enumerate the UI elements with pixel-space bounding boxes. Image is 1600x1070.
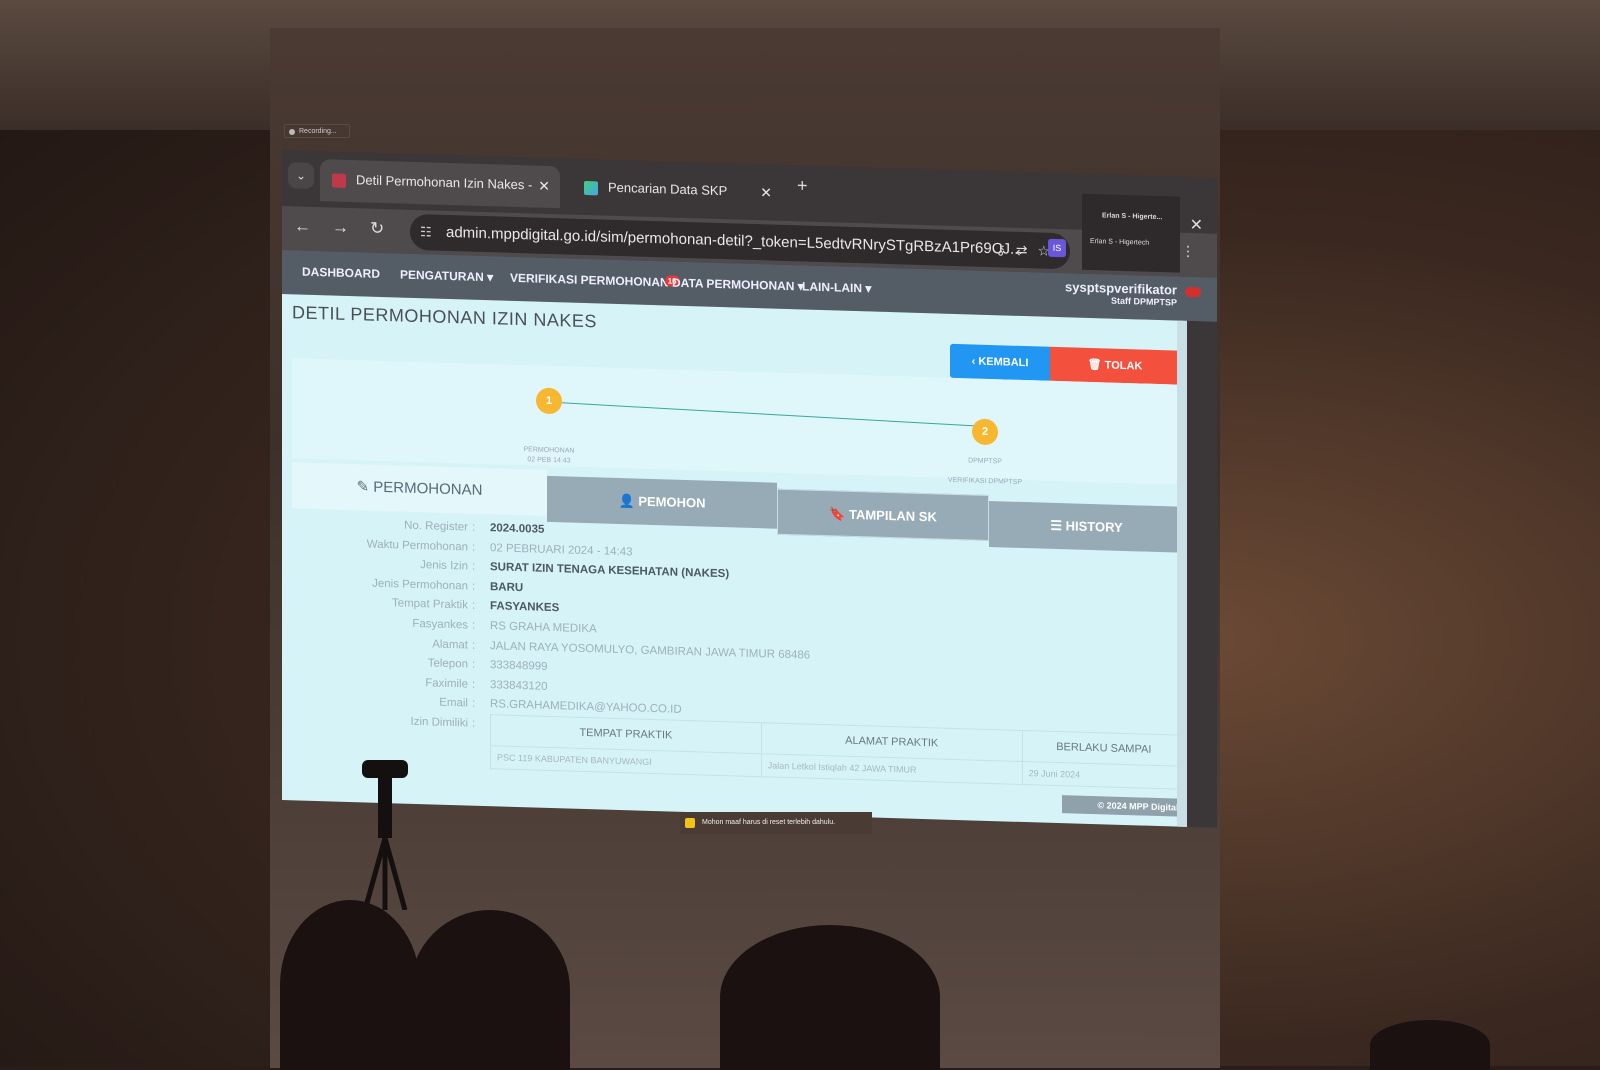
chat-notification[interactable]: Mohon maaf harus di reset terlebih dahul… bbox=[680, 812, 872, 834]
translate-icon[interactable]: ⇄ bbox=[1016, 242, 1038, 259]
new-tab-button[interactable]: + bbox=[797, 175, 808, 196]
site-settings-icon[interactable]: ☷ bbox=[420, 214, 432, 250]
webcam-tripod bbox=[362, 760, 408, 910]
audience-head bbox=[280, 900, 420, 1070]
close-tab-icon[interactable]: ✕ bbox=[760, 172, 772, 212]
url-text: admin.mppdigital.go.id/sim/permohonan-de… bbox=[446, 223, 1023, 258]
tab-title: Pencarian Data SKP bbox=[608, 179, 728, 199]
tab-title: Detil Permohonan Izin Nakes - bbox=[356, 172, 533, 193]
profile-subtitle: Erlan S - Higertech bbox=[1090, 237, 1150, 247]
user-icon: 👤 bbox=[618, 492, 639, 509]
profile-title: Erlan S - Higerte... bbox=[1102, 212, 1163, 222]
back-arrow-icon[interactable]: ← bbox=[294, 216, 311, 237]
close-tab-icon[interactable]: ✕ bbox=[538, 166, 550, 206]
step-1-label: PERMOHONAN 02 PEB 14:43 bbox=[523, 446, 575, 465]
page-title: DETIL PERMOHONAN IZIN NAKES bbox=[292, 302, 597, 332]
edit-icon: ✎ bbox=[356, 478, 374, 496]
tab-pencarian-skp[interactable]: Pencarian Data SKP ✕ bbox=[572, 167, 782, 215]
nav-data-permohonan[interactable]: DATA PERMOHONAN ▾ bbox=[672, 276, 804, 294]
bookmark-icon: 🔖 bbox=[829, 506, 849, 522]
page-content: DETIL PERMOHONAN IZIN NAKES ‹ KEMBALI 🗑 … bbox=[282, 294, 1187, 827]
skp-logo-icon bbox=[584, 180, 598, 195]
audience-head bbox=[410, 910, 570, 1070]
record-icon bbox=[289, 129, 295, 135]
tab-permohonan[interactable]: ✎ PERMOHONAN bbox=[292, 462, 547, 516]
browser-window: ⌄ Detil Permohonan Izin Nakes - ✕ Pencar… bbox=[282, 150, 1217, 828]
permohonan-details: No. Register:2024.0035 Waktu Permohonan:… bbox=[292, 516, 1186, 790]
page-scrollbar[interactable] bbox=[1177, 320, 1187, 827]
logout-icon[interactable] bbox=[1185, 286, 1201, 298]
table-cell: 29 Juni 2024 bbox=[1022, 761, 1186, 790]
browser-menu-icon[interactable]: ⋮ bbox=[1181, 243, 1195, 260]
audience-head bbox=[1370, 1020, 1490, 1070]
recording-indicator: Recording... bbox=[284, 124, 350, 138]
nav-dashboard[interactable]: DASHBOARD bbox=[302, 265, 380, 281]
user-menu[interactable]: sysptspverifikator Staff DPMPTSP bbox=[1065, 279, 1201, 308]
trash-icon: 🗑 bbox=[1087, 358, 1105, 372]
tab-pemohon[interactable]: 👤 PEMOHON bbox=[547, 475, 777, 529]
caret-down-icon: ▾ bbox=[865, 281, 872, 296]
nav-pengaturan[interactable]: PENGATURAN ▾ bbox=[400, 268, 493, 285]
tolak-permohonan-button[interactable]: 🗑 TOLAK PERMOHONAN bbox=[1050, 346, 1180, 407]
user-role: Staff DPMPTSP bbox=[1110, 295, 1177, 308]
recording-label: Recording... bbox=[299, 128, 337, 135]
mpp-logo-icon bbox=[332, 173, 346, 188]
step-2: 2 bbox=[972, 418, 998, 446]
forward-arrow-icon[interactable]: → bbox=[332, 217, 349, 238]
reload-icon[interactable]: ↻ bbox=[370, 219, 384, 239]
notification-message: Mohon maaf harus di reset terlebih dahul… bbox=[702, 819, 836, 826]
nav-verifikasi-permohonan[interactable]: VERIFIKASI PERMOHONAN16 bbox=[510, 271, 680, 290]
key-icon[interactable]: ⚷ bbox=[995, 241, 1015, 258]
kembali-button[interactable]: ‹ KEMBALI bbox=[950, 343, 1050, 381]
list-icon: ☰ bbox=[1050, 517, 1066, 534]
avatar-icon bbox=[685, 818, 695, 828]
tab-detil-permohonan[interactable]: Detil Permohonan Izin Nakes - ✕ bbox=[320, 159, 560, 209]
step-1: 1 bbox=[536, 387, 562, 415]
caret-down-icon: ▾ bbox=[487, 270, 494, 285]
extension-icon[interactable]: IS bbox=[1048, 238, 1066, 258]
step-connector bbox=[561, 402, 982, 427]
nav-lain-lain[interactable]: LAIN-LAIN ▾ bbox=[802, 279, 871, 295]
footer-copyright: © 2024 MPP Digital. bbox=[1062, 795, 1187, 817]
column-header: BERLAKU SAMPAI bbox=[1022, 730, 1186, 767]
profile-popup[interactable]: Erlan S - Higerte... Erlan S - Higertech bbox=[1082, 193, 1180, 273]
audience-head bbox=[720, 925, 940, 1070]
tab-search-button[interactable]: ⌄ bbox=[288, 162, 314, 189]
